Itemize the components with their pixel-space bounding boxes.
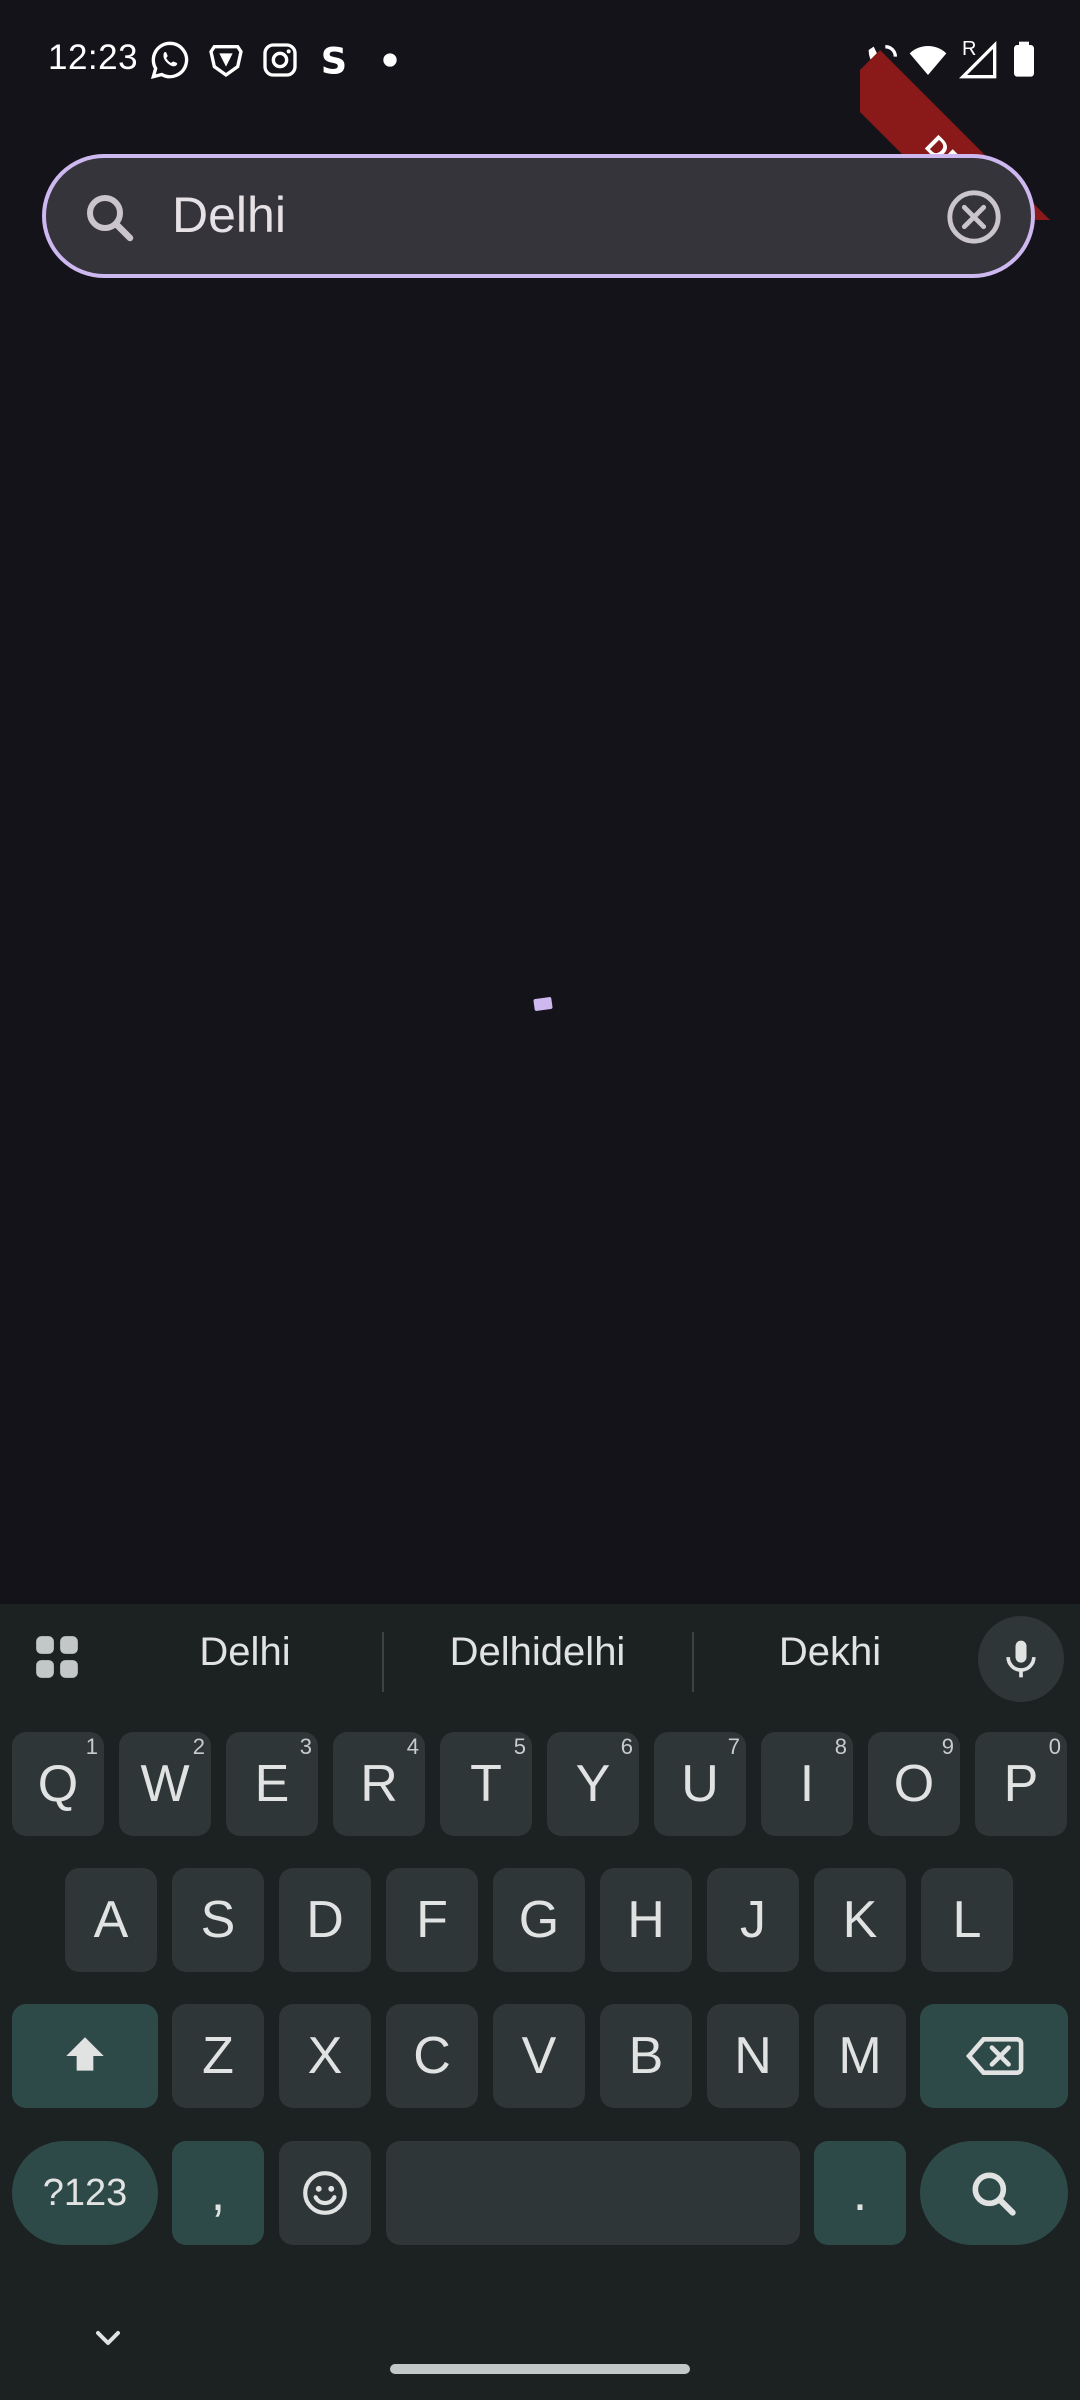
key-label: Q: [37, 1755, 79, 1813]
key-number-hint: 7: [727, 1734, 740, 1759]
symbols-key[interactable]: ?123: [12, 2141, 158, 2245]
key-label: M: [838, 2027, 882, 2085]
key-r[interactable]: R4: [333, 1732, 425, 1836]
key-x[interactable]: X: [279, 2004, 371, 2108]
svg-text:S: S: [321, 40, 347, 80]
suggestion-divider: [692, 1632, 694, 1692]
clear-icon[interactable]: [945, 188, 1003, 246]
key-label: Y: [575, 1755, 611, 1813]
key-number-hint: 2: [192, 1734, 205, 1759]
search-icon: [87, 195, 134, 242]
key-a[interactable]: A: [65, 1868, 157, 1972]
loading-spinner: [533, 996, 553, 1012]
comma-key[interactable]: ,: [172, 2141, 264, 2245]
key-label: T: [470, 1755, 502, 1813]
dot-icon: [383, 53, 397, 67]
key-y[interactable]: Y6: [547, 1732, 639, 1836]
key-e[interactable]: E3: [226, 1732, 318, 1836]
key-label: N: [734, 2027, 772, 2085]
status-bar: 12:23 S R DEBUG: [0, 0, 1080, 220]
key-s[interactable]: S: [172, 1868, 264, 1972]
key-label: K: [842, 1891, 878, 1949]
suggestion-divider: [382, 1632, 384, 1692]
keyboard: Delhi Delhidelhi Dekhi Q1W2E3R4T5Y6U7I8O…: [0, 1604, 1080, 2400]
key-number-hint: 6: [620, 1734, 633, 1759]
space-key[interactable]: [386, 2141, 800, 2245]
key-h[interactable]: H: [600, 1868, 692, 1972]
key-number-hint: 4: [406, 1734, 419, 1759]
key-z[interactable]: Z: [172, 2004, 264, 2108]
key-number-hint: 5: [513, 1734, 526, 1759]
backspace-key[interactable]: [920, 2004, 1068, 2108]
status-time: 12:23: [48, 38, 139, 77]
key-j[interactable]: J: [707, 1868, 799, 1972]
key-label: A: [93, 1891, 129, 1949]
instagram-icon: [263, 43, 297, 77]
shift-icon: [66, 2037, 104, 2071]
gesture-handle[interactable]: [390, 2364, 690, 2374]
search-bar[interactable]: Delhi: [42, 154, 1035, 278]
key-w[interactable]: W2: [119, 1732, 211, 1836]
key-label: W: [140, 1755, 190, 1813]
key-g[interactable]: G: [493, 1868, 585, 1972]
key-label: F: [416, 1891, 448, 1949]
key-p[interactable]: P0: [975, 1732, 1067, 1836]
s-app-icon: S: [321, 40, 347, 80]
key-n[interactable]: N: [707, 2004, 799, 2108]
key-l[interactable]: L: [921, 1868, 1013, 1972]
key-label: U: [681, 1755, 719, 1813]
period-key[interactable]: .: [814, 2141, 906, 2245]
key-b[interactable]: B: [600, 2004, 692, 2108]
key-t[interactable]: T5: [440, 1732, 532, 1836]
microphone-icon: [1006, 1640, 1036, 1678]
key-c[interactable]: C: [386, 2004, 478, 2108]
suggestion-3[interactable]: Dekhi: [720, 1630, 940, 1675]
key-number-hint: 3: [299, 1734, 312, 1759]
key-k[interactable]: K: [814, 1868, 906, 1972]
key-label: J: [740, 1891, 766, 1949]
key-label: R: [360, 1755, 398, 1813]
whatsapp-icon: [150, 41, 189, 80]
emoji-icon: [303, 2171, 347, 2215]
key-label: S: [200, 1891, 236, 1949]
key-label: X: [307, 2027, 343, 2085]
key-u[interactable]: U7: [654, 1732, 746, 1836]
key-number-hint: 0: [1048, 1734, 1061, 1759]
microphone-button[interactable]: [978, 1616, 1064, 1702]
key-label: I: [799, 1755, 815, 1813]
key-i[interactable]: I8: [761, 1732, 853, 1836]
key-label: V: [521, 2027, 557, 2085]
key-label: P: [1003, 1755, 1039, 1813]
search-input[interactable]: Delhi: [172, 186, 286, 244]
key-number-hint: 8: [834, 1734, 847, 1759]
brave-icon: [209, 45, 243, 78]
key-m[interactable]: M: [814, 2004, 906, 2108]
key-label: G: [518, 1891, 560, 1949]
key-label: C: [413, 2027, 451, 2085]
key-label: E: [254, 1755, 290, 1813]
backspace-icon: [965, 2037, 1024, 2075]
suggestion-bar: Delhi Delhidelhi Dekhi: [0, 1604, 1080, 1712]
key-d[interactable]: D: [279, 1868, 371, 1972]
key-label: O: [893, 1755, 935, 1813]
search-action-key[interactable]: [920, 2141, 1068, 2245]
key-q[interactable]: Q1: [12, 1732, 104, 1836]
apps-grid-icon[interactable]: [32, 1632, 82, 1682]
suggestion-2[interactable]: Delhidelhi: [400, 1630, 675, 1675]
search-icon: [972, 2172, 1016, 2216]
key-label: D: [306, 1891, 344, 1949]
key-label: Z: [202, 2027, 234, 2085]
key-o[interactable]: O9: [868, 1732, 960, 1836]
key-number-hint: 1: [85, 1734, 98, 1759]
key-label: B: [628, 2027, 664, 2085]
emoji-key[interactable]: [279, 2141, 371, 2245]
key-label: H: [627, 1891, 665, 1949]
key-label: L: [952, 1891, 982, 1949]
key-f[interactable]: F: [386, 1868, 478, 1972]
suggestion-1[interactable]: Delhi: [140, 1630, 350, 1675]
chevron-down-icon[interactable]: [88, 2318, 128, 2358]
key-number-hint: 9: [941, 1734, 954, 1759]
key-v[interactable]: V: [493, 2004, 585, 2108]
shift-key[interactable]: [12, 2004, 158, 2108]
